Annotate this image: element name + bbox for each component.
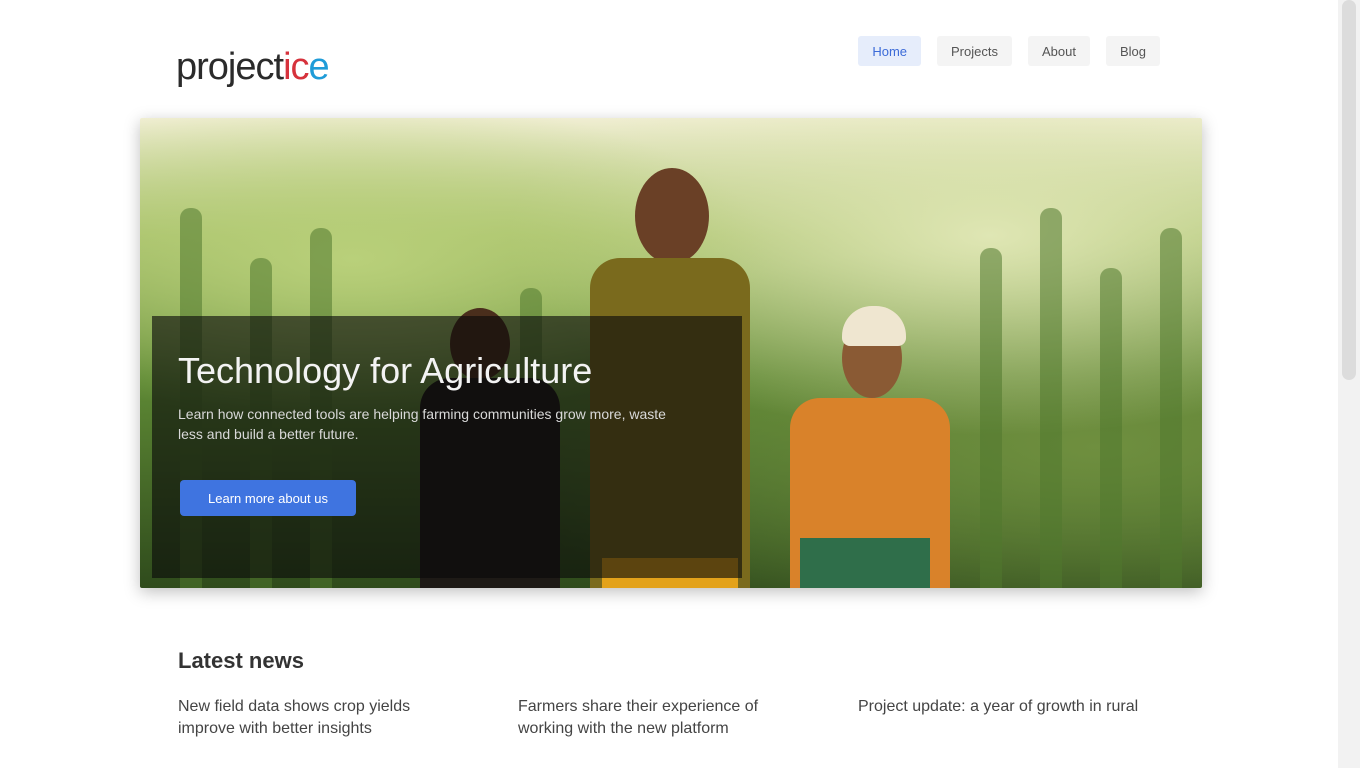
hero-title: Technology for Agriculture	[178, 350, 593, 391]
site-logo[interactable]: projectice	[176, 46, 330, 88]
hero-banner: Technology for Agriculture Learn how con…	[140, 118, 1202, 588]
nav-item-about[interactable]: About	[1027, 36, 1090, 66]
news-list: New field data shows crop yields improve…	[178, 696, 1168, 740]
news-item[interactable]: New field data shows crop yields improve…	[178, 696, 468, 740]
nav-item-blog[interactable]: Blog	[1105, 36, 1160, 66]
nav-item-home[interactable]: Home	[858, 36, 922, 66]
logo-text-b: ject	[227, 46, 284, 88]
news-item[interactable]: Project update: a year of growth in rura…	[858, 696, 1148, 740]
main-nav: Home Projects About Blog	[858, 36, 1160, 66]
hero-cta-button[interactable]: Learn more about us	[180, 480, 356, 516]
page: projectice Home Projects About Blog Tech…	[140, 0, 1202, 768]
news-item[interactable]: Farmers share their experience of workin…	[518, 696, 808, 740]
site-header: projectice Home Projects About Blog	[140, 0, 1202, 110]
page-scrollbar[interactable]	[1338, 0, 1360, 768]
logo-text-d: e	[308, 46, 330, 88]
scrollbar-thumb[interactable]	[1342, 0, 1356, 380]
latest-news-heading: Latest news	[178, 648, 304, 673]
hero-description: Learn how connected tools are helping fa…	[178, 406, 666, 442]
nav-item-projects[interactable]: Projects	[937, 36, 1012, 66]
logo-text-a: pro	[176, 46, 229, 88]
logo-text-c: ic	[283, 46, 309, 88]
